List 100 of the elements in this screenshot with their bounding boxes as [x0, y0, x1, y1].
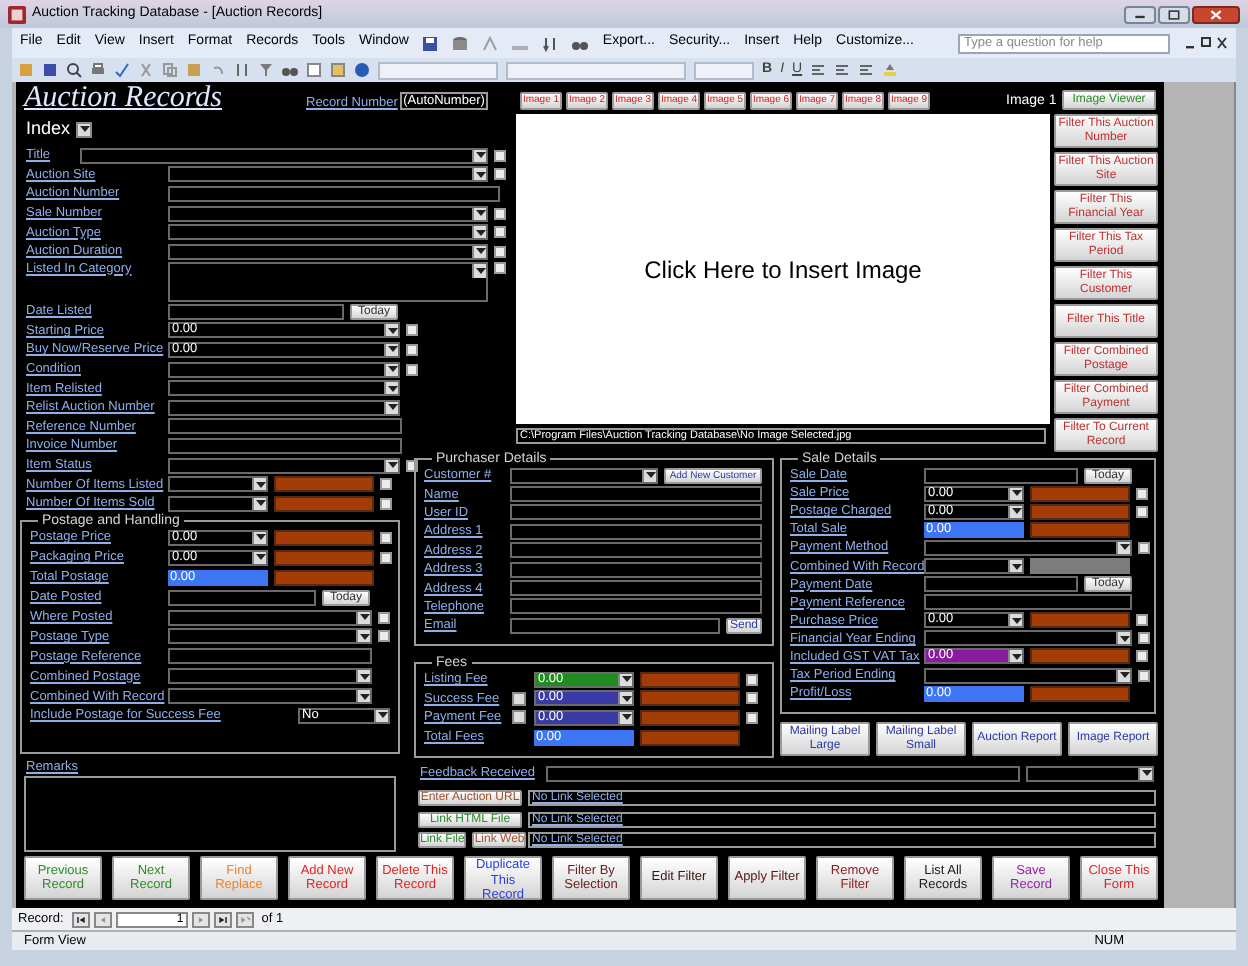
sort-icon[interactable] [234, 62, 250, 78]
dropdown-button[interactable] [1008, 505, 1022, 518]
help-icon[interactable] [354, 62, 370, 78]
dropdown-button[interactable] [384, 363, 398, 376]
save-icon[interactable] [42, 62, 58, 78]
dropdown-button[interactable] [618, 673, 632, 686]
dropdown-button[interactable] [642, 469, 656, 482]
text-field[interactable] [924, 594, 1132, 611]
dropdown-button[interactable] [356, 611, 370, 623]
combo-box[interactable] [168, 224, 488, 241]
dropdown-button[interactable] [252, 531, 266, 544]
dropdown-button[interactable] [1116, 632, 1130, 645]
dropdown-field[interactable] [378, 61, 498, 79]
spellcheck-icon[interactable] [114, 62, 130, 78]
combo-box[interactable] [168, 609, 372, 625]
text-field[interactable] [510, 523, 762, 540]
properties-icon[interactable] [330, 62, 346, 78]
dropdown-field[interactable] [506, 61, 686, 79]
text-field[interactable] [510, 504, 762, 521]
dropdown-button[interactable] [472, 207, 486, 220]
dropdown-button[interactable] [384, 324, 398, 337]
fill-color-icon[interactable] [882, 62, 899, 78]
dropdown-button[interactable] [356, 690, 370, 703]
dropdown-button[interactable] [1008, 614, 1022, 627]
sort-icon[interactable] [542, 35, 559, 51]
text-field[interactable] [510, 598, 762, 615]
image-frame[interactable]: Click Here to Insert Image [516, 114, 1050, 424]
text-field[interactable] [924, 576, 1078, 593]
dropdown-button[interactable] [618, 711, 632, 724]
last-record-icon[interactable] [213, 911, 232, 927]
text-field[interactable] [168, 648, 372, 665]
dropdown-button[interactable] [356, 630, 370, 643]
text-field[interactable] [510, 486, 762, 503]
dropdown-button[interactable] [472, 263, 486, 278]
text-field[interactable] [168, 589, 316, 606]
combo-box[interactable] [924, 558, 1024, 575]
text-field[interactable] [924, 467, 1078, 484]
dropdown-button[interactable] [356, 670, 370, 683]
square-button[interactable] [1138, 541, 1150, 554]
text-field[interactable] [168, 185, 500, 202]
align-right-icon[interactable] [858, 62, 875, 78]
text-field[interactable] [510, 561, 762, 578]
combo-box[interactable] [168, 243, 488, 260]
dropdown-button[interactable] [374, 709, 388, 722]
close-icon[interactable] [1192, 5, 1240, 23]
dropdown-button[interactable] [472, 149, 486, 162]
combo-box[interactable] [924, 667, 1132, 684]
combo-box[interactable] [168, 495, 268, 512]
combo-box[interactable] [1026, 765, 1154, 782]
print-icon[interactable] [90, 62, 106, 78]
first-record-icon[interactable] [71, 911, 90, 927]
combo-box[interactable] [168, 380, 400, 397]
dropdown-button[interactable] [1008, 650, 1022, 663]
new-record-icon[interactable] [306, 62, 322, 78]
combo-box[interactable] [168, 457, 400, 474]
combo-box[interactable] [168, 476, 268, 493]
combo-box[interactable] [168, 399, 400, 416]
dropdown-button[interactable] [384, 382, 398, 395]
dropdown-button[interactable] [1008, 560, 1022, 573]
align-left-icon[interactable] [810, 62, 827, 78]
dropdown-button[interactable] [618, 692, 632, 705]
window-buttons-icon[interactable] [1184, 36, 1228, 50]
text-field[interactable] [168, 437, 402, 454]
combo-box[interactable] [168, 688, 372, 705]
binoculars-icon[interactable] [282, 62, 298, 78]
dropdown-button[interactable] [384, 459, 398, 472]
text-field[interactable] [546, 765, 1020, 782]
dropdown-button[interactable] [1008, 487, 1022, 500]
dropdown-button[interactable] [76, 121, 93, 138]
combo-box[interactable] [168, 166, 488, 183]
minimize-icon[interactable] [1124, 5, 1156, 23]
combo-box[interactable] [510, 467, 658, 484]
combo-box[interactable] [168, 668, 372, 685]
combo-box[interactable] [924, 630, 1132, 647]
dropdown-button[interactable] [472, 226, 486, 239]
dropdown-button[interactable] [384, 401, 398, 414]
text-field[interactable] [510, 542, 762, 559]
remarks-field[interactable] [24, 776, 396, 852]
text-field[interactable] [168, 418, 402, 435]
dropdown-button[interactable] [1116, 541, 1130, 554]
search-icon[interactable] [66, 62, 82, 78]
combo-box[interactable] [168, 205, 488, 222]
dropdown-button[interactable] [252, 497, 266, 510]
text-field[interactable] [510, 617, 720, 634]
database-icon[interactable] [452, 35, 469, 51]
maximize-icon[interactable] [1158, 5, 1190, 23]
text-field[interactable] [510, 580, 762, 597]
dropdown-field[interactable] [694, 61, 754, 79]
align-center-icon[interactable] [834, 62, 851, 78]
filter-icon[interactable] [258, 62, 274, 78]
dropdown-button[interactable] [1116, 669, 1130, 682]
dropdown-button[interactable] [472, 168, 486, 181]
dropdown-button[interactable] [252, 551, 266, 564]
dropdown-button[interactable] [384, 343, 398, 356]
dropdown-button[interactable] [252, 478, 266, 491]
combo-box[interactable] [168, 628, 372, 645]
text-field[interactable] [168, 303, 344, 320]
combo-box[interactable] [168, 361, 400, 378]
dropdown-button[interactable] [472, 245, 486, 258]
save-icon[interactable] [422, 35, 439, 51]
